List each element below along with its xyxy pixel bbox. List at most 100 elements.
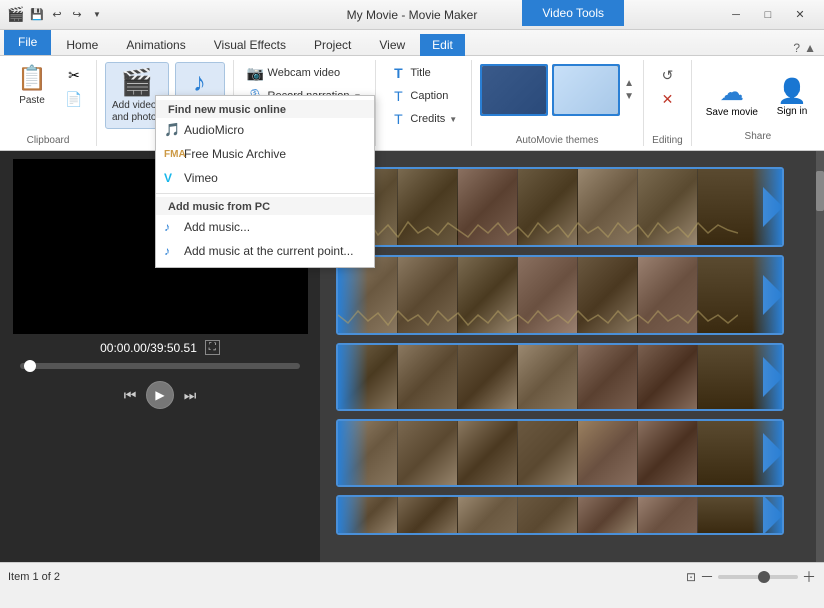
zoom-controls: ⊡ － ＋ [686, 567, 816, 587]
audiomicro-item[interactable]: 🎵 AudioMicro [156, 118, 374, 142]
timeline-track-3[interactable] [336, 343, 784, 411]
timeline-track-1[interactable] [336, 167, 784, 247]
save-quick-btn[interactable]: 💾 [28, 6, 46, 24]
tab-project[interactable]: Project [301, 33, 364, 55]
title-icon: T [390, 65, 406, 81]
add-music-item-icon: ♪ [164, 220, 170, 234]
credits-label: Credits [410, 113, 445, 125]
film-strip-4 [338, 421, 782, 487]
dropdown-section1-header: Find new music online [156, 100, 374, 118]
tab-visual-effects[interactable]: Visual Effects [201, 33, 299, 55]
time-current: 00:00.00/39:50.51 [100, 341, 197, 355]
timeline-track-2[interactable] [336, 255, 784, 335]
theme-none[interactable] [480, 64, 548, 116]
zoom-out-btn[interactable]: － [700, 567, 714, 587]
window-controls: ─ □ ✕ [720, 0, 816, 30]
credits-btn[interactable]: T Credits ▼ [384, 108, 463, 130]
timeline-panel [320, 151, 824, 562]
ribbon-collapse-btn[interactable]: ▲ [804, 41, 816, 55]
dropdown-section2-header: Add music from PC [156, 197, 374, 215]
rotate-right-btn[interactable]: ✕ [656, 88, 680, 110]
rotate-left-btn[interactable]: ↺ [656, 64, 680, 86]
webcam-label: Webcam video [268, 67, 341, 79]
app-icon: 🎬 [8, 7, 24, 23]
webcam-video-btn[interactable]: 📷 Webcam video [242, 62, 368, 84]
main-content: 00:00.00/39:50.51 ⛶ ⏮ ▶ ⏭ [0, 151, 824, 562]
expand-preview-btn[interactable]: ⛶ [205, 340, 220, 355]
tab-view[interactable]: View [366, 33, 418, 55]
title-label: Title [410, 67, 430, 79]
paste-btn[interactable]: 📋 Paste [8, 60, 56, 110]
sign-in-label: Sign in [777, 106, 808, 118]
timeline-track-4[interactable] [336, 419, 784, 487]
redo-btn[interactable]: ↪ [68, 6, 86, 24]
save-movie-label: Save movie [706, 107, 758, 118]
zoom-thumb [758, 571, 770, 583]
close-btn[interactable]: ✕ [784, 0, 816, 30]
add-music-dropdown: Find new music online 🎵 AudioMicro FMA F… [155, 95, 375, 268]
tab-edit[interactable]: Edit [420, 34, 465, 56]
cut-btn[interactable]: ✂ [60, 64, 88, 86]
app-title: My Movie - Movie Maker [347, 8, 478, 22]
next-frame-btn[interactable]: ⏭ [178, 383, 202, 407]
title-bar-icons: 🎬 [8, 7, 24, 23]
prev-frame-btn[interactable]: ⏮ [118, 383, 142, 407]
play-btn[interactable]: ▶ [146, 381, 174, 409]
add-music-icon: ♪ [193, 67, 206, 98]
save-movie-btn[interactable]: ☁ Save movie [700, 74, 764, 122]
tab-file[interactable]: File [4, 29, 51, 55]
copy-icon: 📄 [66, 91, 82, 107]
title-bar: 🎬 💾 ↩ ↪ ▼ My Movie - Movie Maker Video T… [0, 0, 824, 30]
film-strip-5 [338, 497, 782, 535]
sign-in-btn[interactable]: 👤 Sign in [768, 73, 816, 122]
track-arrow-4 [763, 433, 783, 473]
video-tools-tab: Video Tools [522, 0, 624, 26]
automovie-label: AutoMovie themes [480, 135, 634, 146]
paste-label: Paste [19, 95, 45, 106]
title-btn[interactable]: T Title [384, 62, 463, 84]
ribbon-section-editing: ↺ ✕ Editing [644, 60, 692, 146]
zoom-slider[interactable] [718, 575, 798, 579]
caption-btn[interactable]: T Caption [384, 85, 463, 107]
tab-home[interactable]: Home [53, 33, 111, 55]
save-movie-icon: ☁ [720, 78, 744, 107]
ribbon: 📋 Paste ✂ 📄 Clipboard 🎬 Add videosand ph… [0, 56, 824, 151]
rotate-left-icon: ↺ [662, 67, 674, 84]
tab-animations[interactable]: Animations [113, 33, 198, 55]
share-label: Share [745, 131, 772, 142]
scrollbar-thumb [816, 171, 824, 211]
credits-icon: T [390, 111, 406, 127]
fma-icon: FMA [164, 149, 186, 160]
ribbon-section-save: ☁ Save movie 👤 Sign in Share [692, 60, 824, 146]
undo-btn[interactable]: ↩ [48, 6, 66, 24]
theme-item-2[interactable] [552, 64, 620, 116]
timeline-scrollbar[interactable] [816, 151, 824, 562]
film-strip-3 [338, 345, 782, 411]
cut-icon: ✂ [66, 67, 82, 83]
free-music-archive-item[interactable]: FMA Free Music Archive [156, 142, 374, 166]
track-arrow-3 [763, 357, 783, 397]
track-arrow-1 [763, 187, 783, 227]
help-btn[interactable]: ? [793, 41, 800, 55]
themes-scroll-up[interactable]: ▲ [624, 78, 634, 89]
timeline-track-5[interactable] [336, 495, 784, 535]
dropdown-separator [156, 193, 374, 194]
maximize-btn[interactable]: □ [752, 0, 784, 30]
copy-btn[interactable]: 📄 [60, 88, 88, 110]
scrubber-thumb [24, 360, 36, 372]
ribbon-section-clipboard: 📋 Paste ✂ 📄 Clipboard [0, 60, 97, 146]
vimeo-item[interactable]: V Vimeo [156, 166, 374, 190]
zoom-in-btn[interactable]: ＋ [802, 567, 816, 587]
add-music-current-item[interactable]: ♪ Add music at the current point... [156, 239, 374, 263]
editing-label: Editing [652, 135, 683, 146]
time-display: 00:00.00/39:50.51 ⛶ [100, 340, 220, 355]
minimize-btn[interactable]: ─ [720, 0, 752, 30]
add-videos-icon: 🎬 [121, 67, 153, 98]
dropdown-arrow[interactable]: ▼ [88, 6, 106, 24]
zoom-fit-btn[interactable]: ⊡ [686, 570, 696, 584]
waveform-1 [338, 215, 738, 245]
themes-scroll-down[interactable]: ▼ [624, 91, 634, 102]
add-music-item[interactable]: ♪ Add music... [156, 215, 374, 239]
playback-scrubber[interactable] [20, 363, 300, 369]
track-arrow-5 [763, 495, 783, 535]
